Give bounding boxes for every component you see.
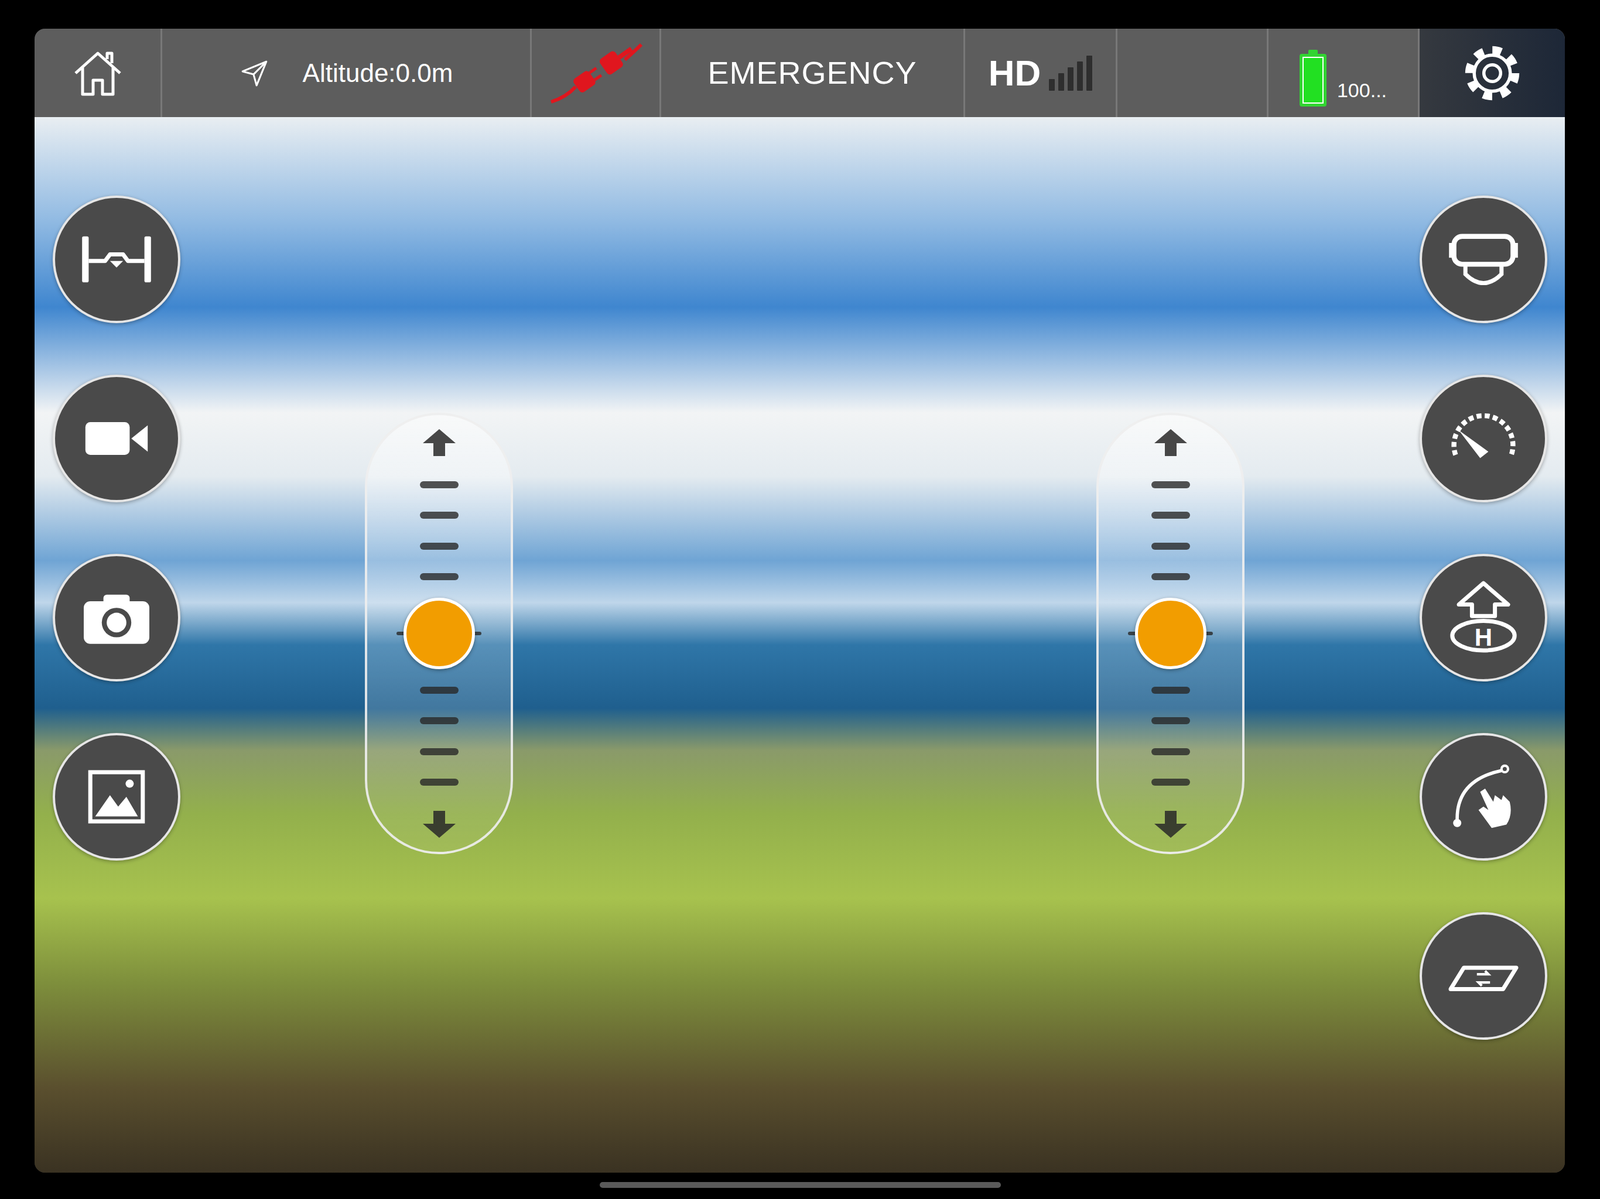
altitude-text: Altitude:0.0m bbox=[302, 53, 454, 93]
arrow-down-icon bbox=[1153, 809, 1189, 840]
gear-icon bbox=[1460, 40, 1525, 106]
gallery-icon bbox=[75, 756, 158, 839]
home-icon bbox=[68, 43, 128, 103]
slider-tick bbox=[419, 481, 459, 489]
settings-button[interactable] bbox=[1419, 28, 1565, 118]
video-camera-icon bbox=[75, 397, 158, 480]
flip-icon bbox=[75, 218, 158, 301]
slider-tick bbox=[419, 686, 459, 694]
joystick-slider[interactable] bbox=[1096, 412, 1245, 855]
knob-handle[interactable] bbox=[403, 597, 475, 670]
takeoff-button[interactable]: H bbox=[1419, 554, 1548, 682]
arrow-up-icon bbox=[1153, 428, 1189, 458]
gravity-mode-button[interactable] bbox=[1419, 912, 1548, 1041]
battery-text: 100... bbox=[1337, 75, 1387, 107]
knob-handle[interactable] bbox=[1134, 597, 1207, 670]
app-screen: Altitude:0.0m EMERGENCY bbox=[34, 28, 1565, 1174]
slider-tick bbox=[1151, 481, 1191, 489]
slider-knob[interactable] bbox=[367, 597, 511, 670]
tilt-phone-icon bbox=[1442, 935, 1525, 1018]
record-video-button[interactable] bbox=[52, 374, 181, 503]
altitude-display: Altitude:0.0m bbox=[162, 28, 532, 118]
slider-tick bbox=[1151, 717, 1191, 725]
plug-icon bbox=[548, 40, 643, 106]
signal-bar bbox=[1048, 79, 1055, 91]
home-indicator bbox=[599, 1182, 1001, 1189]
status-bar: Altitude:0.0m EMERGENCY bbox=[34, 28, 1565, 118]
slider-knob[interactable] bbox=[1098, 597, 1243, 670]
take-photo-button[interactable] bbox=[52, 554, 181, 682]
slider-tick bbox=[1151, 778, 1191, 786]
signal-bar bbox=[1086, 55, 1093, 91]
trajectory-button[interactable] bbox=[1419, 733, 1548, 861]
arrow-up-icon bbox=[421, 428, 457, 458]
gesture-path-icon bbox=[1442, 756, 1525, 839]
battery-status: 100... bbox=[1268, 28, 1420, 118]
emergency-text: EMERGENCY bbox=[707, 49, 917, 97]
signal-bar bbox=[1077, 61, 1083, 91]
video-quality-text: HD bbox=[988, 45, 1042, 101]
video-quality[interactable]: HD bbox=[965, 28, 1118, 118]
slider-tick bbox=[419, 511, 459, 519]
right-toolbar: H bbox=[1419, 195, 1548, 1041]
joystick-slider[interactable] bbox=[364, 412, 514, 855]
camera-icon bbox=[75, 576, 158, 659]
takeoff-icon: H bbox=[1442, 576, 1525, 659]
slider-tick bbox=[419, 717, 459, 725]
slider-tick bbox=[419, 748, 459, 756]
slider-tick bbox=[1151, 511, 1191, 519]
gallery-button[interactable] bbox=[52, 733, 181, 861]
vr-mode-button[interactable] bbox=[1419, 195, 1548, 324]
slider-tick bbox=[1151, 573, 1191, 581]
left-toolbar bbox=[52, 195, 181, 861]
speedometer-icon bbox=[1442, 397, 1525, 480]
home-button[interactable] bbox=[34, 28, 163, 118]
slider-tick bbox=[1151, 686, 1191, 694]
slider-tick bbox=[1151, 748, 1191, 756]
arrow-down-icon bbox=[421, 809, 457, 840]
vr-headset-icon bbox=[1442, 218, 1525, 301]
speed-button[interactable] bbox=[1419, 374, 1548, 503]
battery-icon bbox=[1299, 53, 1327, 107]
slider-tick bbox=[1151, 542, 1191, 550]
signal-bar bbox=[1058, 73, 1065, 91]
camera-feed: H bbox=[34, 117, 1565, 1174]
signal-meter bbox=[1048, 55, 1093, 91]
signal-bar bbox=[1067, 67, 1074, 91]
paper-plane-icon bbox=[239, 57, 270, 89]
connection-status[interactable] bbox=[531, 28, 662, 118]
emergency-button[interactable]: EMERGENCY bbox=[661, 28, 966, 118]
slider-tick bbox=[419, 778, 459, 786]
empty-slot bbox=[1117, 28, 1269, 118]
helipad-label: H bbox=[1474, 623, 1493, 652]
slider-tick bbox=[419, 573, 459, 581]
slider-tick bbox=[419, 542, 459, 550]
battery-fill bbox=[1303, 57, 1323, 103]
flip-button[interactable] bbox=[52, 195, 181, 324]
